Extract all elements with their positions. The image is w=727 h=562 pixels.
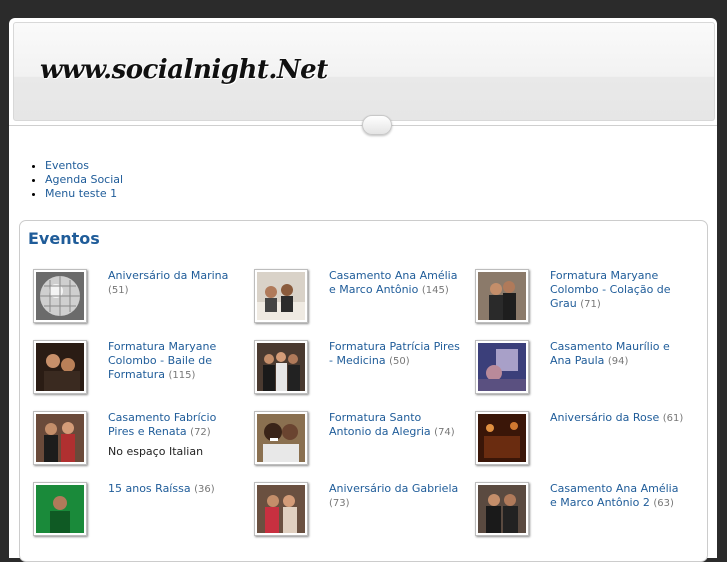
event-item: Formatura Maryane Colombo - Baile de For…	[31, 337, 256, 399]
event-item: Formatura Maryane Colombo - Colação de G…	[473, 266, 698, 328]
event-thumbnail[interactable]	[254, 340, 308, 394]
photo-image	[478, 272, 526, 320]
event-link[interactable]: Aniversário da Gabriela	[329, 482, 458, 495]
event-link[interactable]: Aniversário da Marina	[108, 269, 228, 282]
event-text: Aniversário da Rose (61)	[550, 411, 685, 426]
event-item: Formatura Patrícia Pires - Medicina (50)	[252, 337, 477, 399]
collapse-toggle[interactable]	[362, 115, 392, 135]
event-text: Aniversário da Gabriela (73)	[329, 482, 464, 511]
event-item: Aniversário da Marina (51)	[31, 266, 256, 328]
menu-item-menu-teste-1: Menu teste 1	[45, 187, 123, 201]
page: www.socialnight.Net Eventos Agenda Socia…	[9, 18, 717, 562]
event-text: Formatura Maryane Colombo - Colação de G…	[550, 269, 685, 312]
event-text: Formatura Santo Antonio da Alegria (74)	[329, 411, 464, 440]
photo-count: (115)	[168, 370, 196, 381]
event-link[interactable]: 15 anos Raíssa	[108, 482, 191, 495]
main-menu: Eventos Agenda Social Menu teste 1	[31, 159, 123, 201]
menu-link-agenda-social[interactable]: Agenda Social	[45, 173, 123, 186]
photo-count: (71)	[580, 299, 601, 310]
event-text: Formatura Maryane Colombo - Baile de For…	[108, 340, 243, 383]
event-link[interactable]: Formatura Maryane Colombo - Colação de G…	[550, 269, 671, 310]
event-link[interactable]: Aniversário da Rose	[550, 411, 659, 424]
event-text: Casamento Ana Amélia e Marco Antônio (14…	[329, 269, 464, 298]
photo-count: (74)	[434, 427, 455, 438]
photo-image	[478, 343, 526, 391]
photo-image	[257, 485, 305, 533]
event-thumbnail[interactable]	[254, 411, 308, 465]
event-item: Aniversário da Gabriela (73)	[252, 479, 477, 541]
event-thumbnail[interactable]	[254, 269, 308, 323]
event-text: Casamento Ana Amélia e Marco Antônio 2 (…	[550, 482, 685, 511]
photo-image	[36, 485, 84, 533]
events-title: Eventos	[28, 229, 100, 248]
event-item: Casamento Ana Amélia e Marco Antônio 2 (…	[473, 479, 698, 541]
event-thumbnail[interactable]	[254, 482, 308, 536]
photo-image	[36, 414, 84, 462]
event-link[interactable]: Formatura Maryane Colombo - Baile de For…	[108, 340, 216, 381]
photo-image	[257, 414, 305, 462]
event-thumbnail[interactable]	[33, 340, 87, 394]
event-thumbnail[interactable]	[33, 482, 87, 536]
menu-item-eventos: Eventos	[45, 159, 123, 173]
menu-item-agenda-social: Agenda Social	[45, 173, 123, 187]
photo-count: (63)	[653, 498, 674, 509]
photo-image	[257, 343, 305, 391]
site-logo[interactable]: www.socialnight.Net	[40, 55, 328, 85]
event-thumbnail[interactable]	[475, 411, 529, 465]
menu-link-menu-teste-1[interactable]: Menu teste 1	[45, 187, 117, 200]
event-text: Aniversário da Marina (51)	[108, 269, 243, 298]
event-item: Casamento Ana Amélia e Marco Antônio (14…	[252, 266, 477, 328]
menu-link-eventos[interactable]: Eventos	[45, 159, 89, 172]
photo-image	[36, 343, 84, 391]
event-text: Formatura Patrícia Pires - Medicina (50)	[329, 340, 464, 369]
event-item: Formatura Santo Antonio da Alegria (74)	[252, 408, 477, 470]
event-thumbnail[interactable]	[33, 269, 87, 323]
photo-count: (145)	[421, 285, 449, 296]
event-link[interactable]: Formatura Santo Antonio da Alegria	[329, 411, 431, 438]
photo-count: (61)	[662, 413, 684, 424]
photo-count: (51)	[108, 285, 129, 296]
events-panel: Eventos Aniversário da Marina (51) Casam…	[19, 220, 708, 562]
event-thumbnail[interactable]	[475, 269, 529, 323]
photo-count: (94)	[607, 356, 629, 367]
photo-image	[478, 414, 526, 462]
event-description: No espaço Italian	[108, 445, 204, 458]
event-thumbnail[interactable]	[475, 340, 529, 394]
photo-count: (50)	[389, 356, 410, 367]
event-thumbnail[interactable]	[475, 482, 529, 536]
disco-ball-image	[36, 272, 84, 320]
photo-image	[257, 272, 305, 320]
event-text: Casamento Maurílio e Ana Paula (94)	[550, 340, 685, 369]
site-header: www.socialnight.Net	[13, 22, 715, 121]
event-text: 15 anos Raíssa (36)	[108, 482, 243, 497]
photo-count: (73)	[329, 498, 350, 509]
event-thumbnail[interactable]	[33, 411, 87, 465]
event-item: Casamento Fabrício Pires e Renata (72) N…	[31, 408, 256, 470]
photo-count: (36)	[194, 484, 215, 495]
event-item: Casamento Maurílio e Ana Paula (94)	[473, 337, 698, 399]
event-item: Aniversário da Rose (61)	[473, 408, 698, 470]
photo-image	[478, 485, 526, 533]
event-item: 15 anos Raíssa (36)	[31, 479, 256, 541]
event-text: Casamento Fabrício Pires e Renata (72) N…	[108, 411, 243, 459]
photo-count: (72)	[190, 427, 211, 438]
